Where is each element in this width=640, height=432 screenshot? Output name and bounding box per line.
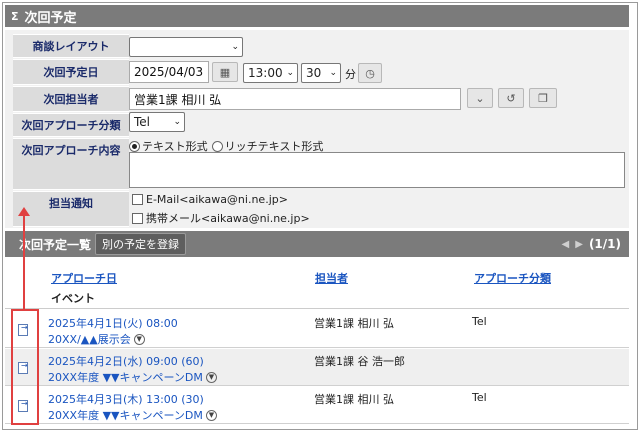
annotation-line	[23, 214, 25, 309]
layout-label: 商談レイアウト	[13, 34, 129, 58]
chevron-down-icon[interactable]: ▼	[205, 371, 217, 383]
page-indicator: (1/1)	[588, 237, 621, 251]
row-owner: 営業1課 谷 浩一郎	[314, 355, 405, 368]
table-row: 2025年4月1日(火) 08:00 20XX/▲▲展示会▼ 営業1課 相川 弘…	[5, 311, 629, 348]
reset-icon[interactable]: ↺	[498, 88, 524, 108]
chevron-down-icon: ⌄	[173, 117, 181, 127]
row-type: Tel	[472, 391, 487, 404]
row-event-label: 20XX年度 ▼▼キャンペーンDM	[48, 371, 203, 384]
notify-email-label: E-Mail<aikawa@ni.ne.jp>	[146, 193, 288, 206]
table-row: 2025年4月3日(木) 13:00 (30) 20XX年度 ▼▼キャンペーンD…	[5, 387, 629, 424]
notify-mobile-checkbox[interactable]	[132, 212, 143, 224]
approach-type-label: 次回アプローチ分類	[13, 113, 129, 137]
notify-mobile-label: 携帯メール<aikawa@ni.ne.jp>	[146, 212, 310, 225]
radio-text-format[interactable]	[129, 140, 140, 152]
notify-email-checkbox[interactable]	[132, 194, 143, 205]
clock-icon[interactable]: ◷	[358, 63, 382, 83]
row-event-label: 20XX年度 ▼▼キャンペーンDM	[48, 409, 203, 422]
next-page-icon[interactable]: ▶	[575, 239, 583, 250]
notify-label: 担当通知	[13, 191, 129, 227]
date-input[interactable]: 2025/04/03	[129, 61, 209, 83]
table-header: アプローチ日 イベント 担当者 アプローチ分類	[5, 257, 629, 309]
prev-page-icon[interactable]: ◀	[562, 239, 570, 250]
section-header[interactable]: Σ 次回予定	[5, 5, 629, 27]
row-date-link[interactable]: 2025年4月3日(木) 13:00 (30)	[48, 391, 204, 407]
radio-rich-format[interactable]	[211, 140, 223, 152]
row-owner: 営業1課 相川 弘	[314, 393, 394, 406]
row-date-link[interactable]: 2025年4月1日(火) 08:00	[48, 315, 178, 331]
pager: ◀ ▶ (1/1)	[562, 231, 621, 257]
minute-select[interactable]: 30 ⌄	[301, 63, 341, 83]
col-type-sort-link[interactable]: アプローチ分類	[474, 270, 551, 286]
approach-content-label: 次回アプローチ内容	[13, 138, 129, 190]
chevron-down-icon: ⌄	[329, 68, 337, 78]
hour-select[interactable]: 13:00 ⌄	[243, 63, 298, 83]
notify-email-row: E-Mail<aikawa@ni.ne.jp>	[132, 193, 288, 206]
copy-icon[interactable]: ❐	[529, 88, 557, 108]
row-type: Tel	[472, 315, 487, 328]
minute-unit: 分	[345, 68, 356, 81]
chevron-down-icon: ⌄	[231, 42, 239, 52]
date-label: 次回予定日	[13, 59, 129, 85]
schedule-list-header: 次回予定一覧 別の予定を登録 ◀ ▶ (1/1)	[5, 231, 629, 257]
row-event-link[interactable]: 20XX年度 ▼▼キャンペーンDM ▼	[48, 369, 217, 385]
hour-value: 13:00	[248, 66, 283, 80]
annotation-arrowhead	[18, 207, 30, 216]
calendar-icon[interactable]: ▦	[212, 62, 238, 82]
col-date-sort-link[interactable]: アプローチ日	[51, 270, 117, 286]
register-other-schedule-button[interactable]: 別の予定を登録	[95, 233, 187, 255]
schedule-table: アプローチ日 イベント 担当者 アプローチ分類 2025年4月1日(火) 08:…	[5, 257, 629, 425]
chevron-down-icon: ⌄	[286, 68, 294, 78]
list-title: 次回予定一覧	[19, 237, 92, 252]
row-owner: 営業1課 相川 弘	[314, 317, 394, 330]
approach-type-value: Tel	[134, 115, 151, 129]
owner-input[interactable]: 営業1課 相川 弘	[129, 88, 461, 110]
form-area: 商談レイアウト ⌄ 次回予定日 2025/04/03 ▦ 13:00 ⌄ 30 …	[5, 30, 629, 228]
row-event-link[interactable]: 20XX/▲▲展示会 ▼	[48, 331, 145, 347]
notify-mobile-row: 携帯メール<aikawa@ni.ne.jp>	[132, 210, 310, 226]
col-event-header: イベント	[51, 292, 95, 305]
sigma-collapse-icon[interactable]: Σ	[11, 10, 19, 23]
section-title: 次回予定	[24, 10, 77, 26]
row-event-label: 20XX/▲▲展示会	[48, 333, 131, 346]
row-event-link[interactable]: 20XX年度 ▼▼キャンペーンDM ▼	[48, 407, 217, 423]
owner-label: 次回担当者	[13, 86, 129, 112]
chevron-down-icon[interactable]: ▼	[205, 409, 217, 421]
minute-value: 30	[306, 66, 322, 80]
approach-type-select[interactable]: Tel ⌄	[129, 112, 185, 132]
annotation-highlight-box	[11, 309, 39, 425]
row-date-link[interactable]: 2025年4月2日(水) 09:00 (60)	[48, 353, 204, 369]
col-owner-sort-link[interactable]: 担当者	[315, 270, 348, 286]
layout-select[interactable]: ⌄	[129, 37, 243, 57]
chevron-down-icon[interactable]: ▼	[133, 333, 145, 345]
table-row: 2025年4月2日(水) 09:00 (60) 20XX年度 ▼▼キャンペーンD…	[5, 349, 629, 386]
owner-dropdown-chevron-icon[interactable]: ⌄	[467, 88, 493, 108]
approach-content-textarea[interactable]	[129, 152, 625, 188]
